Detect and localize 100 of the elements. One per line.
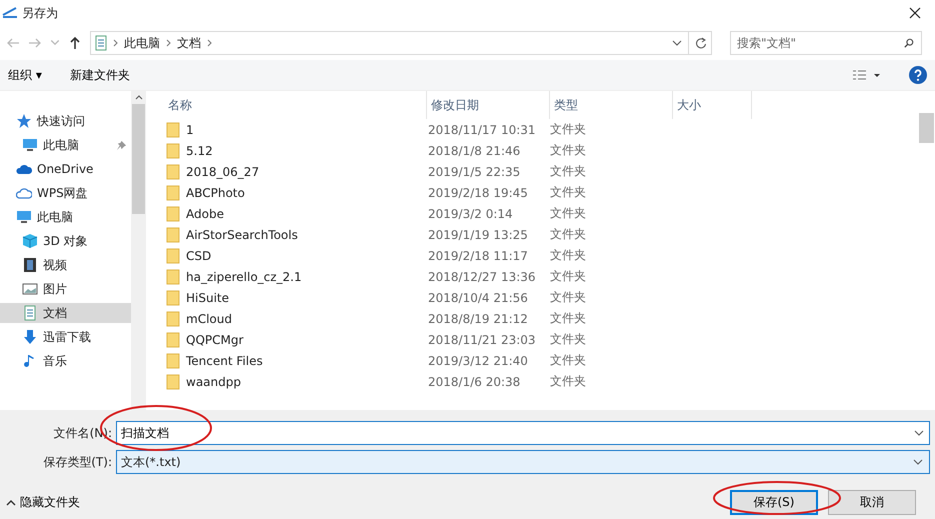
table-cell-text: 2018/10/4 21:56 [427, 290, 529, 304]
file-name[interactable]: waandpp [186, 374, 241, 388]
table-cell-text: 文件夹 [549, 373, 587, 390]
pc-icon [16, 209, 32, 225]
table-cell-text: 2018/11/17 10:31 [427, 122, 537, 136]
close-icon[interactable] [909, 7, 921, 19]
sidebar-item[interactable]: 快速访问 [0, 111, 131, 131]
up-arrow-icon[interactable] [68, 36, 82, 50]
doc-icon [22, 305, 38, 321]
column-header[interactable]: 名称 [166, 91, 427, 119]
table-cell-text: 2018/1/8 21:46 [427, 144, 522, 158]
table-cell-text: 文件夹 [549, 331, 587, 348]
table-cell-text: 2018/8/19 21:12 [427, 312, 529, 326]
folder-icon [166, 290, 180, 306]
file-type-dropdown[interactable]: 文本(*.txt) [116, 450, 930, 474]
chevron-right-icon[interactable] [113, 39, 118, 47]
sidebar-item[interactable]: 此电脑 [0, 135, 131, 155]
chevron-right-icon[interactable] [166, 39, 171, 47]
picture-icon [22, 281, 38, 297]
view-options-icon[interactable] [851, 69, 883, 81]
table-cell-text: 2018/11/21 23:03 [427, 332, 537, 346]
folder-icon [166, 332, 180, 348]
help-icon[interactable] [909, 66, 927, 84]
save-as-icon [2, 7, 18, 19]
table-cell-text: 文件夹 [549, 352, 587, 369]
chevron-down-icon [913, 457, 923, 467]
sidebar-item[interactable]: 视频 [0, 255, 131, 275]
chevron-up-icon[interactable] [134, 95, 142, 100]
cube-icon [22, 233, 38, 249]
folder-icon [166, 184, 180, 200]
filename-field[interactable]: 扫描文档 [116, 421, 930, 445]
file-name[interactable]: 1 [186, 122, 194, 136]
save-button[interactable]: 保存(S) [730, 490, 818, 515]
organize-button[interactable]: 组织 ▾ [8, 66, 42, 84]
table-cell-text: 文件夹 [549, 247, 587, 264]
table-cell-text: 2018/1/6 20:38 [427, 374, 522, 388]
chevron-up-icon[interactable] [6, 498, 16, 508]
file-name[interactable]: AirStorSearchTools [186, 228, 298, 242]
sidebar-item[interactable]: OneDrive [0, 159, 131, 179]
table-cell-text: 文件夹 [549, 289, 587, 306]
search-field[interactable]: 搜索"文档" [730, 31, 922, 55]
table-cell-text: 文件夹 [549, 142, 587, 159]
table-cell-text: 文件夹 [549, 310, 587, 327]
table-cell-text: 2019/3/12 21:40 [427, 354, 529, 368]
sidebar-item[interactable]: 此电脑 [0, 207, 131, 227]
search-icon [904, 38, 914, 48]
file-name[interactable]: CSD [186, 248, 212, 262]
file-name[interactable]: ABCPhoto [186, 186, 245, 200]
column-header[interactable]: 修改日期 [427, 91, 550, 119]
folder-icon [166, 310, 180, 326]
table-cell-text: 2019/1/19 13:25 [427, 228, 529, 242]
new-folder-button[interactable]: 新建文件夹 [70, 66, 130, 84]
folder-icon [166, 122, 180, 138]
sidebar-item[interactable]: 迅雷下载 [0, 327, 131, 347]
field-label: 保存类型(T): [42, 454, 112, 470]
folder-icon [166, 248, 180, 264]
file-name[interactable]: mCloud [186, 312, 232, 326]
chevron-right-icon[interactable] [207, 39, 212, 47]
column-header[interactable]: 大小 [673, 91, 752, 119]
cancel-button[interactable]: 取消 [828, 490, 916, 515]
file-name[interactable]: QQPCMgr [186, 332, 244, 346]
chevron-down-icon[interactable] [914, 428, 924, 438]
file-name[interactable]: 5.12 [186, 144, 213, 158]
chevron-down-icon[interactable] [672, 38, 682, 48]
sidebar-item[interactable]: 文档 [0, 303, 131, 323]
sidebar-item[interactable]: WPS网盘 [0, 183, 131, 203]
table-cell-text: 文件夹 [549, 205, 587, 222]
refresh-icon[interactable] [695, 37, 707, 49]
table-cell-text: 2019/1/5 22:35 [427, 164, 522, 178]
folder-icon [166, 142, 180, 158]
document-icon [95, 35, 107, 51]
star-icon [16, 113, 32, 129]
window-title: 另存为 [22, 4, 58, 22]
hide-folders-button[interactable]: 隐藏文件夹 [20, 494, 80, 511]
folder-icon [166, 374, 180, 390]
scrollbar[interactable] [131, 91, 146, 410]
pin-icon[interactable] [116, 140, 127, 150]
folder-icon [166, 268, 180, 284]
breadcrumb[interactable]: 此电脑 [124, 34, 160, 52]
file-name[interactable]: Tencent Files [186, 354, 263, 368]
sidebar-item[interactable]: 音乐 [0, 351, 131, 371]
column-header[interactable]: 类型 [550, 91, 673, 119]
file-name[interactable]: ha_ziperello_cz_2.1 [186, 270, 302, 284]
address-bar[interactable]: 此电脑 文档 [90, 31, 712, 55]
table-cell-text: 文件夹 [549, 184, 587, 201]
pc-icon [22, 137, 38, 153]
table-cell-text: 文件夹 [549, 226, 587, 243]
file-name[interactable]: 2018_06_27 [186, 164, 260, 178]
download-icon [22, 329, 38, 345]
breadcrumb[interactable]: 文档 [177, 34, 201, 52]
film-icon [22, 257, 38, 273]
table-cell-text: 2019/2/18 19:45 [427, 186, 529, 200]
sidebar-item[interactable]: 图片 [0, 279, 131, 299]
file-name[interactable]: Adobe [186, 206, 224, 220]
file-name[interactable]: HiSuite [186, 290, 230, 304]
sidebar-item[interactable]: 3D 对象 [0, 231, 131, 251]
table-cell-text: 文件夹 [549, 163, 587, 180]
table-cell-text: 文件夹 [549, 268, 587, 285]
folder-icon [166, 226, 180, 242]
table-cell-text: 2019/2/18 11:17 [427, 248, 529, 262]
